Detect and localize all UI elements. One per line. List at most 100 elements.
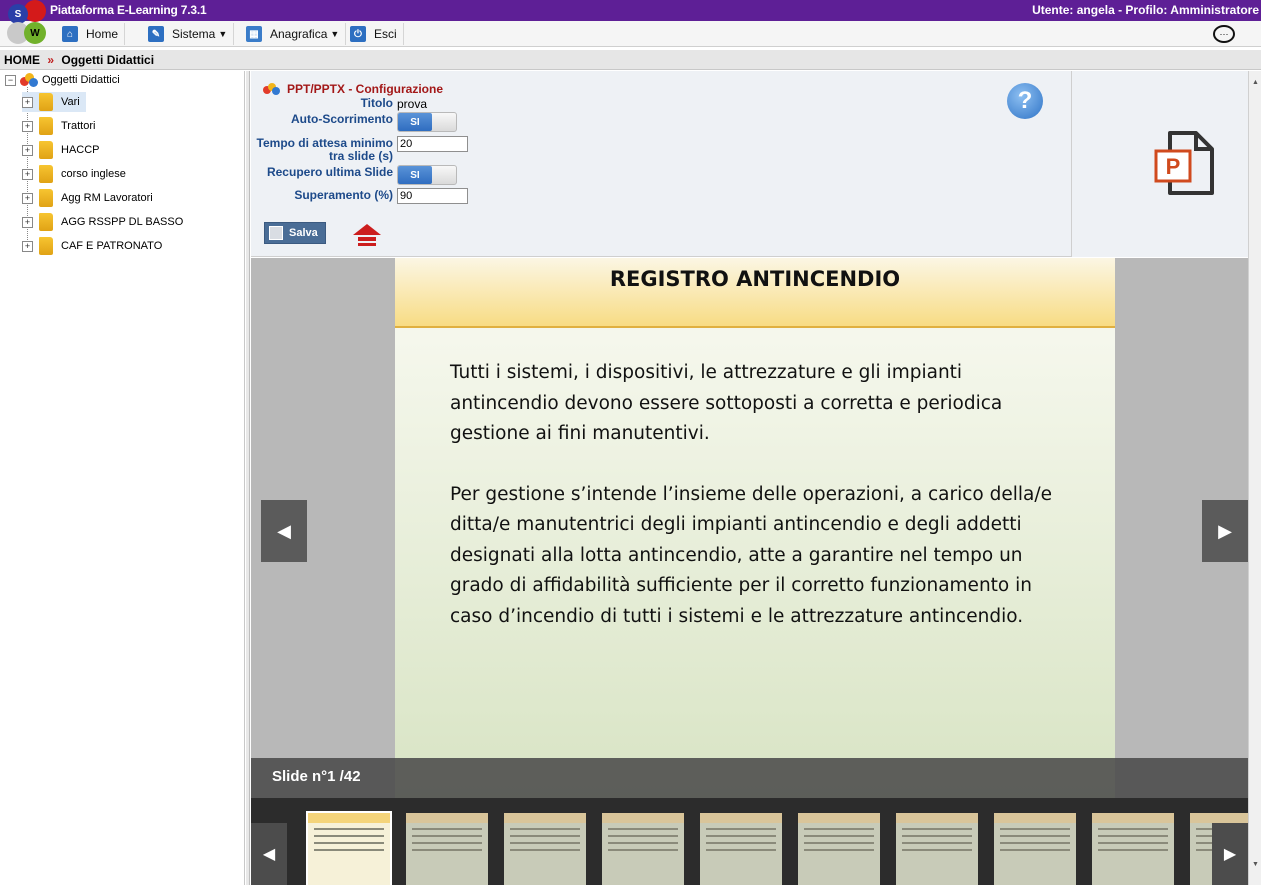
menu-anagrafica-label: Anagrafica [270,27,328,41]
collapse-icon[interactable]: − [5,74,16,86]
expand-icon[interactable]: + [22,120,33,132]
auto-scroll-toggle[interactable]: SI [397,112,457,132]
chevron-right-icon: ▶ [1223,846,1237,863]
folder-icon [39,213,53,231]
slide-paragraph: Per gestione s’intende l’insieme delle o… [450,483,1052,627]
expand-icon[interactable]: + [22,216,33,228]
expand-icon[interactable]: + [22,96,33,108]
wait-time-input[interactable] [397,136,468,152]
thumbs-next-button[interactable]: ▶ [1212,823,1248,885]
recover-label: Recupero ultima Slide [266,165,393,179]
tree-item-vari[interactable]: + Vari [22,92,86,112]
slide-thumbnail[interactable] [602,813,684,885]
objects-icon [20,73,38,87]
panel-splitter[interactable] [246,71,250,885]
app-title: Piattaforma E-Learning 7.3.1 [50,3,207,17]
collapse-up-icon[interactable] [352,222,382,248]
expand-icon[interactable]: + [22,144,33,156]
tree-item-agg-rsspp[interactable]: + AGG RSSPP DL BASSO [22,212,183,232]
vertical-scrollbar[interactable]: ▲ ▼ [1248,71,1261,885]
caret-down-icon: ▼ [330,29,340,39]
recover-toggle-value: SI [398,166,432,184]
app-logo[interactable]: S W [4,0,48,46]
slide-title: REGISTRO ANTINCENDIO [609,267,901,291]
slide-paragraph: Tutti i sistemi, i dispositivi, le attre… [450,362,1003,444]
pass-threshold-input[interactable] [397,188,468,204]
table-icon: ▦ [246,26,262,42]
folder-icon [39,237,53,255]
tree-item-caf[interactable]: + CAF E PATRONATO [22,236,162,256]
thumbs-prev-button[interactable]: ◀ [251,823,287,885]
recover-toggle[interactable]: SI [397,165,457,185]
chevron-right-icon: ▶ [1218,520,1232,541]
svg-text:P: P [1166,154,1181,179]
slide-thumbnail[interactable] [1092,813,1174,885]
home-icon: ⌂ [62,26,78,42]
breadcrumb-current: Oggetti Didattici [61,53,155,67]
slide: REGISTRO ANTINCENDIO Tutti i sistemi, i … [395,258,1115,798]
scroll-up-icon[interactable]: ▲ [1252,79,1259,86]
slide-thumbnail[interactable] [798,813,880,885]
chat-icon[interactable]: ··· [1213,25,1235,43]
breadcrumb-home[interactable]: HOME [4,53,40,67]
tree-item-agg-rm[interactable]: + Agg RM Lavoratori [22,188,153,208]
tree-item-label: AGG RSSPP DL BASSO [61,216,184,228]
expand-icon[interactable]: + [22,168,33,180]
tree-panel: − Oggetti Didattici + Vari + Trattori + … [0,71,245,885]
expand-icon[interactable]: + [22,240,33,252]
powerpoint-icon: P [1154,131,1214,195]
thumbnail-strip: ◀ ▶ [251,798,1248,885]
chevron-left-icon: ◀ [262,846,276,863]
save-button[interactable]: Salva [264,222,326,244]
tree-item-trattori[interactable]: + Trattori [22,116,95,136]
slide-thumbnail[interactable] [994,813,1076,885]
chevron-left-icon: ◀ [277,520,291,541]
prev-slide-button[interactable]: ◀ [261,500,307,562]
slide-thumbnail[interactable] [700,813,782,885]
help-icon[interactable]: ? [1007,83,1043,119]
breadcrumb-separator: » [47,53,55,67]
tree-item-label: HACCP [61,144,100,156]
auto-scroll-label: Auto-Scorrimento [291,112,393,126]
menu-home-label: Home [86,27,119,41]
pass-label: Superamento (%) [294,188,393,202]
menu-sistema[interactable]: ✎ Sistema ▼ [142,23,235,45]
power-icon: ⏻ [350,26,366,42]
folder-icon [39,189,53,207]
menu-sistema-label: Sistema [172,27,216,41]
titolo-value: prova [397,97,428,111]
tree-item-haccp[interactable]: + HACCP [22,140,100,160]
wait-label: Tempo di attesa minimo tra slide (s) [256,136,393,163]
tree-root[interactable]: − Oggetti Didattici [5,73,120,87]
tree-item-corso-inglese[interactable]: + corso inglese [22,164,126,184]
menu-esci-label: Esci [374,27,397,41]
folder-icon [39,165,53,183]
save-icon [269,226,283,240]
scroll-down-icon[interactable]: ▼ [1252,861,1259,868]
auto-scroll-toggle-value: SI [398,113,432,131]
slide-viewer: REGISTRO ANTINCENDIO Tutti i sistemi, i … [251,258,1248,798]
slide-thumbnail[interactable] [504,813,586,885]
slide-counter: Slide n°1 /42 [251,758,1248,798]
slide-thumbnail[interactable] [896,813,978,885]
expand-icon[interactable]: + [22,192,33,204]
menu-bar: ⌂ Home ✎ Sistema ▼ ▦ Anagrafica ▼ ⏻ Esci… [0,21,1261,47]
tree-item-label: Agg RM Lavoratori [61,192,153,204]
save-button-label: Salva [289,227,318,239]
user-info: Utente: angela - Profilo: Amministratore [1032,3,1259,17]
folder-icon [39,141,53,159]
objects-icon [263,83,281,95]
menu-home[interactable]: ⌂ Home [56,23,126,45]
wrench-icon: ✎ [148,26,164,42]
slide-header: REGISTRO ANTINCENDIO [395,258,1115,328]
top-bar: Piattaforma E-Learning 7.3.1 Utente: ang… [0,0,1261,21]
slide-thumbnail[interactable] [306,811,392,885]
tree-item-label: CAF E PATRONATO [61,240,163,252]
menu-esci[interactable]: ⏻ Esci [344,23,404,45]
slide-body: Tutti i sistemi, i dispositivi, le attre… [450,358,1060,662]
caret-down-icon: ▼ [218,29,228,39]
folder-icon [39,93,53,111]
slide-thumbnail[interactable] [406,813,488,885]
menu-anagrafica[interactable]: ▦ Anagrafica ▼ [240,23,347,45]
next-slide-button[interactable]: ▶ [1202,500,1248,562]
